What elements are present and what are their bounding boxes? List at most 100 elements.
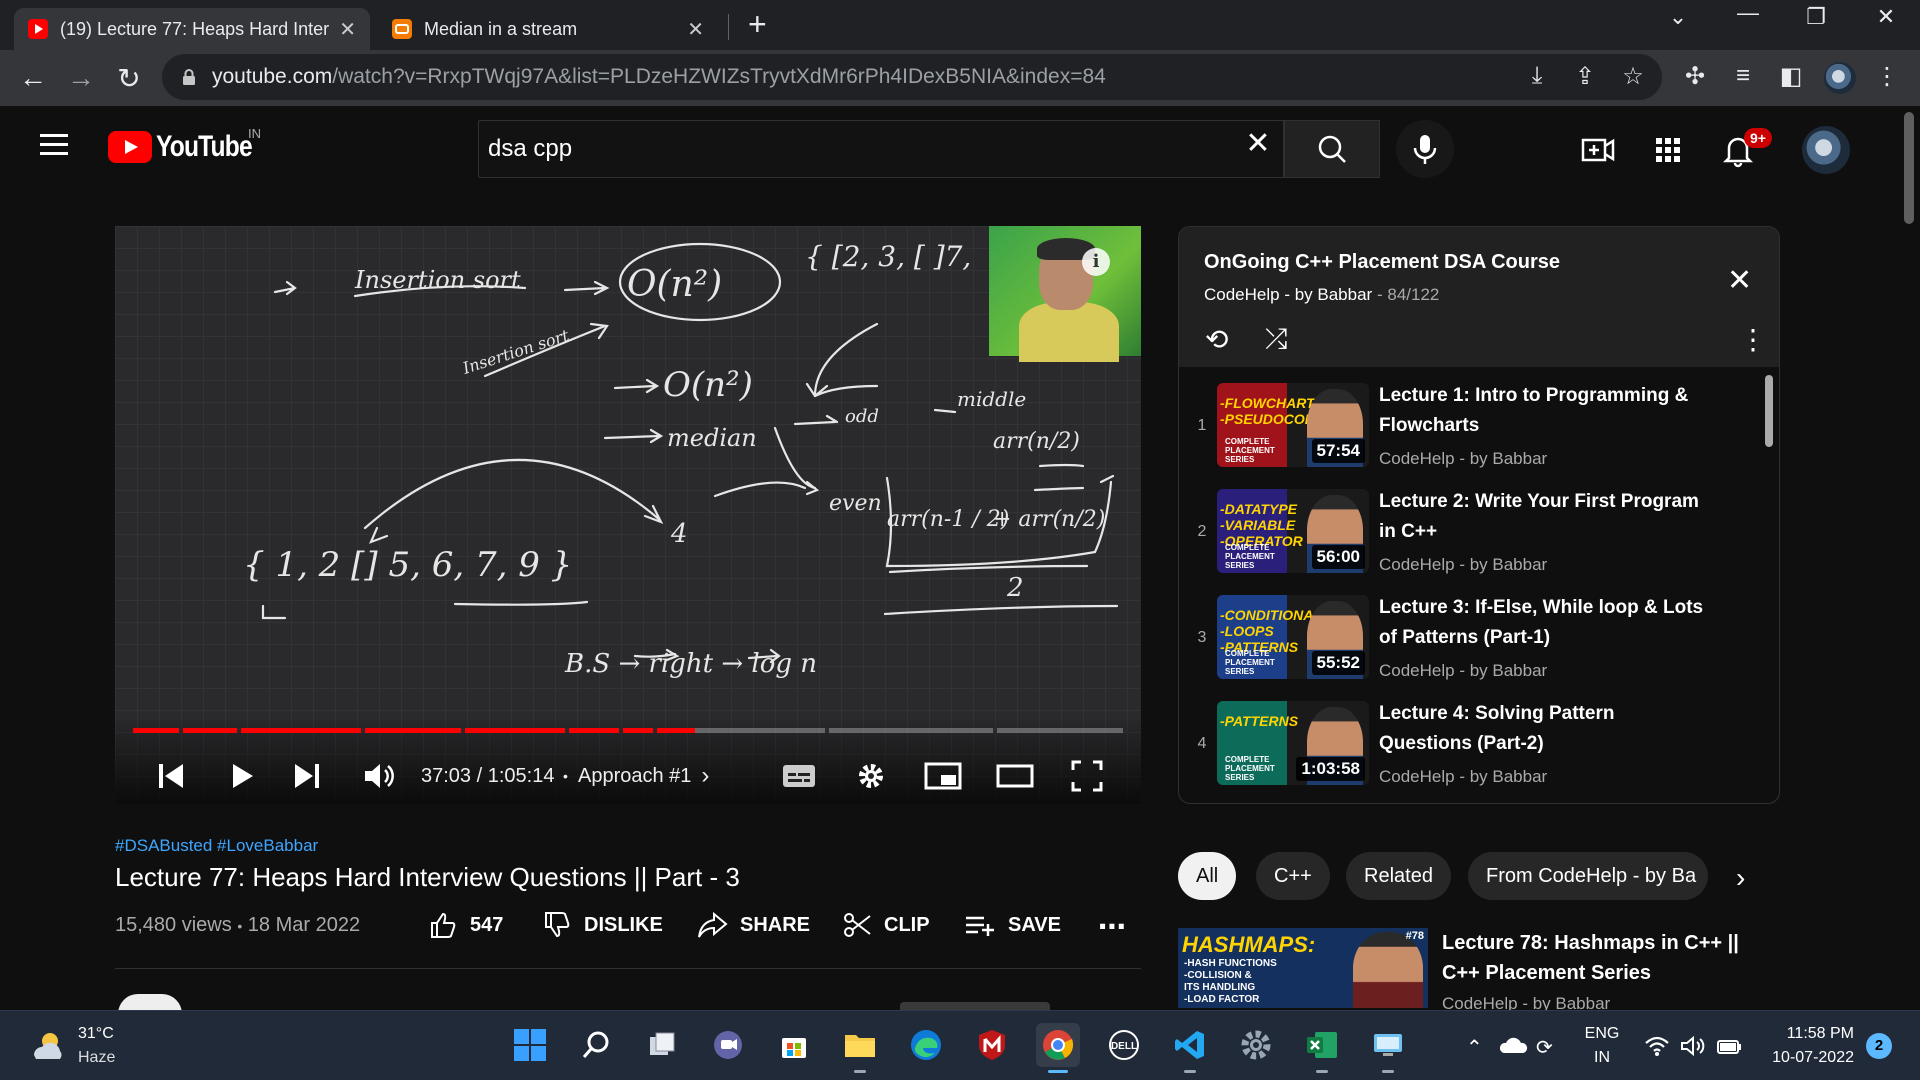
- voice-search-button[interactable]: [1396, 120, 1454, 178]
- restore-icon[interactable]: ❐: [1786, 4, 1846, 30]
- profile-avatar[interactable]: [1824, 62, 1856, 94]
- related-thumbnail[interactable]: HASHMAPS: -HASH FUNCTIONS -COLLISION & I…: [1178, 928, 1428, 1008]
- taskbar-date[interactable]: 10-07-2022: [1764, 1049, 1854, 1067]
- extensions-puzzle-icon[interactable]: ✣: [1678, 62, 1712, 91]
- tab-median-in-a-stream[interactable]: Median in a stream ✕: [378, 8, 718, 50]
- playlist-thumbnail[interactable]: -FLOWCHART -PSEUDOCODE COMPLETE PLACEMEN…: [1217, 383, 1369, 467]
- playlist-item[interactable]: 3 -CONDITIONALS -LOOPS -PATTERNS COMPLET…: [1179, 587, 1759, 691]
- play-icon[interactable]: [225, 752, 257, 800]
- tab-close-icon[interactable]: ✕: [687, 17, 704, 42]
- chip-related[interactable]: Related: [1346, 852, 1451, 900]
- subscribe-button[interactable]: [900, 1002, 1050, 1010]
- install-app-icon[interactable]: ⤓: [1520, 62, 1554, 90]
- info-icon[interactable]: i: [1082, 248, 1110, 276]
- battery-charging-icon[interactable]: [1716, 1035, 1744, 1057]
- video-player[interactable]: Insertion sort O(n²) Insertion sort O(n²…: [115, 226, 1141, 804]
- taskbar-clock[interactable]: 11:58 PM: [1764, 1025, 1854, 1043]
- side-panel-icon[interactable]: ◧: [1774, 62, 1808, 91]
- dislike-button[interactable]: DISLIKE: [542, 910, 663, 940]
- edge-browser-icon[interactable]: [904, 1023, 948, 1067]
- back-arrow-icon[interactable]: ←: [16, 62, 50, 94]
- address-bar[interactable]: youtube.com/watch?v=RrxpTWqj97A&list=PLD…: [162, 54, 1662, 100]
- file-explorer-icon[interactable]: [838, 1023, 882, 1073]
- sync-icon[interactable]: ⟳: [1536, 1035, 1553, 1060]
- chip-from-codehelp[interactable]: From CodeHelp - by Ba: [1468, 852, 1708, 900]
- next-icon[interactable]: [291, 752, 323, 800]
- tab-search-chevron-icon[interactable]: ⌄: [1648, 4, 1708, 30]
- playlist-thumbnail[interactable]: -DATATYPE -VARIABLE -OPERATOR COMPLETE P…: [1217, 489, 1369, 573]
- hamburger-menu-icon[interactable]: [40, 134, 68, 156]
- dell-icon[interactable]: DELL: [1102, 1023, 1146, 1067]
- chrome-menu-icon[interactable]: ⋮: [1870, 62, 1904, 91]
- subtitles-icon[interactable]: [781, 752, 817, 800]
- account-avatar[interactable]: [1802, 126, 1850, 174]
- notification-count-badge[interactable]: 2: [1866, 1033, 1892, 1059]
- media-queue-icon[interactable]: ≡: [1726, 62, 1760, 90]
- forward-arrow-icon[interactable]: →: [64, 62, 98, 94]
- apps-grid-icon[interactable]: [1648, 130, 1688, 170]
- playlist-title[interactable]: OnGoing C++ Placement DSA Course: [1204, 251, 1560, 274]
- taskbar-search-icon[interactable]: [574, 1023, 618, 1067]
- youtube-logo[interactable]: YouTube IN: [108, 126, 273, 164]
- previous-icon[interactable]: [155, 752, 187, 800]
- onedrive-cloud-icon[interactable]: [1500, 1035, 1528, 1055]
- input-region[interactable]: IN: [1584, 1049, 1620, 1067]
- tab-youtube-lecture[interactable]: (19) Lecture 77: Heaps Hard Inter ✕: [14, 8, 370, 50]
- weather-haze-icon[interactable]: [28, 1027, 68, 1063]
- reload-icon[interactable]: ↻: [112, 62, 146, 95]
- related-title[interactable]: Lecture 78: Hashmaps in C++ || C++ Place…: [1442, 928, 1772, 988]
- new-tab-plus-icon[interactable]: +: [748, 6, 767, 43]
- volume-icon[interactable]: [361, 752, 397, 800]
- minimize-icon[interactable]: —: [1718, 0, 1778, 26]
- theater-mode-icon[interactable]: [995, 752, 1035, 800]
- chip-all[interactable]: All: [1178, 852, 1237, 900]
- mcafee-shield-icon[interactable]: [970, 1023, 1014, 1067]
- playlist-thumbnail[interactable]: -CONDITIONALS -LOOPS -PATTERNS COMPLETE …: [1217, 595, 1369, 679]
- microsoft-store-icon[interactable]: [772, 1023, 816, 1067]
- create-video-icon[interactable]: [1578, 130, 1618, 170]
- share-icon[interactable]: ⇪: [1568, 62, 1602, 91]
- playlist-thumbnail[interactable]: -PATTERNS COMPLETE PLACEMENT SERIES 1:03…: [1217, 701, 1369, 785]
- chapter-title[interactable]: Approach #1 ›: [578, 752, 709, 800]
- task-view-icon[interactable]: [640, 1023, 684, 1067]
- playlist-channel[interactable]: CodeHelp - by Babbar: [1204, 285, 1372, 304]
- excel-icon[interactable]: [1300, 1023, 1344, 1073]
- show-hidden-icons-chevron-icon[interactable]: ⌃: [1466, 1035, 1483, 1060]
- teams-chat-icon[interactable]: [706, 1023, 750, 1067]
- more-actions-icon[interactable]: ⋯: [1098, 910, 1126, 943]
- playlist-item-title[interactable]: Lecture 3: If-Else, While loop & Lots of…: [1379, 593, 1709, 653]
- search-input[interactable]: dsa cpp: [478, 120, 1284, 178]
- playlist-scrollbar[interactable]: [1765, 375, 1773, 447]
- video-hashtags[interactable]: #DSABusted #LoveBabbar: [115, 836, 318, 856]
- playlist-item-title[interactable]: Lecture 4: Solving Pattern Questions (Pa…: [1379, 699, 1709, 759]
- loop-playlist-icon[interactable]: ⟲: [1205, 323, 1228, 356]
- playlist-item[interactable]: 2 -DATATYPE -VARIABLE -OPERATOR COMPLETE…: [1179, 481, 1759, 585]
- window-close-icon[interactable]: ✕: [1856, 4, 1916, 30]
- clip-button[interactable]: CLIP: [842, 910, 930, 940]
- like-button[interactable]: 547: [428, 910, 503, 940]
- miniplayer-icon[interactable]: [923, 752, 963, 800]
- page-scrollbar[interactable]: [1904, 112, 1914, 224]
- chips-next-chevron-icon[interactable]: ›: [1736, 862, 1745, 894]
- start-windows-icon[interactable]: [508, 1023, 552, 1067]
- save-button[interactable]: SAVE: [964, 910, 1061, 940]
- clear-search-icon[interactable]: ✕: [1238, 126, 1278, 161]
- remote-desktop-icon[interactable]: [1366, 1023, 1410, 1073]
- playlist-item[interactable]: 1 -FLOWCHART -PSEUDOCODE COMPLETE PLACEM…: [1179, 375, 1759, 479]
- playlist-item[interactable]: 4 -PATTERNS COMPLETE PLACEMENT SERIES 1:…: [1179, 693, 1759, 797]
- share-button[interactable]: SHARE: [696, 910, 810, 940]
- progress-bar[interactable]: [133, 728, 1123, 733]
- settings-gear-taskbar-icon[interactable]: [1234, 1023, 1278, 1067]
- fullscreen-icon[interactable]: [1069, 752, 1105, 800]
- speaker-volume-icon[interactable]: [1680, 1035, 1706, 1057]
- chip-cpp[interactable]: C++: [1256, 852, 1330, 900]
- tab-close-icon[interactable]: ✕: [339, 17, 356, 42]
- more-options-icon[interactable]: ⋮: [1739, 323, 1767, 356]
- search-button[interactable]: [1284, 120, 1380, 178]
- wifi-icon[interactable]: [1644, 1035, 1670, 1057]
- shuffle-icon[interactable]: ⤮: [1265, 323, 1287, 356]
- playlist-item-title[interactable]: Lecture 1: Intro to Programming & Flowch…: [1379, 381, 1709, 441]
- bookmark-star-icon[interactable]: ☆: [1616, 62, 1650, 91]
- close-playlist-icon[interactable]: ✕: [1727, 263, 1752, 298]
- input-language[interactable]: ENG: [1584, 1025, 1620, 1043]
